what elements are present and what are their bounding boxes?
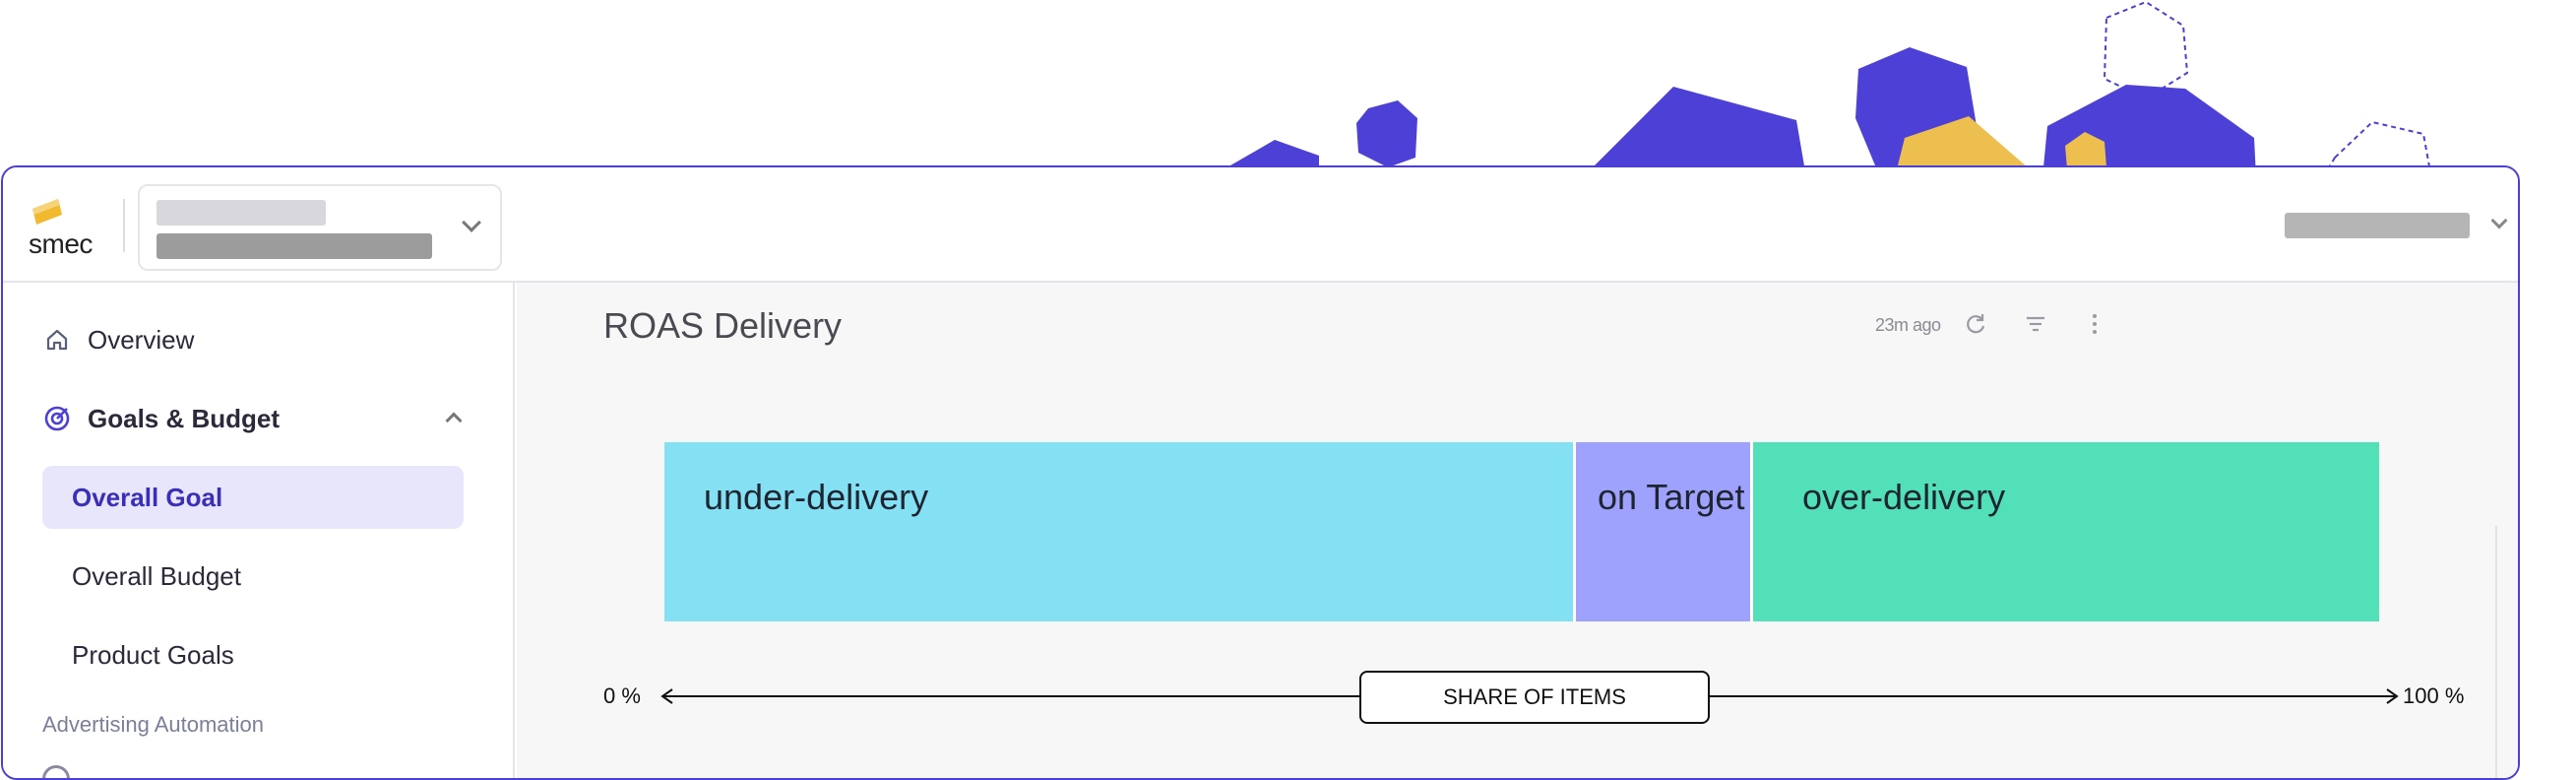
sidebar-item-goals-budget[interactable]: Goals & Budget bbox=[29, 387, 470, 450]
logo-text: smec bbox=[29, 228, 93, 259]
sidebar-subitem-product-goals[interactable]: Product Goals bbox=[42, 623, 464, 686]
widget-title: ROAS Delivery bbox=[603, 305, 843, 346]
top-bar: smec bbox=[3, 167, 2518, 283]
sidebar-item-label: Overview bbox=[88, 324, 195, 355]
segment-label: on Target bbox=[1598, 477, 1745, 517]
redacted-account-id bbox=[157, 233, 432, 259]
segment-label: under-delivery bbox=[704, 477, 929, 517]
segment-on-target[interactable]: on Target bbox=[1573, 442, 1753, 621]
axis-max-label: 100 % bbox=[2403, 683, 2465, 708]
segment-label: over-delivery bbox=[1802, 477, 2006, 517]
sidebar-subitem-overall-goal[interactable]: Overall Goal bbox=[42, 466, 464, 529]
axis-title: SHARE OF ITEMS bbox=[1359, 671, 1710, 724]
deco-shape bbox=[2103, 0, 2189, 100]
roas-delivery-bar: under-delivery on Target over-delivery bbox=[664, 442, 2379, 621]
home-icon bbox=[42, 325, 72, 355]
decorative-shapes bbox=[1211, 0, 2433, 177]
more-vertical-icon[interactable] bbox=[2080, 309, 2109, 339]
last-updated: 23m ago bbox=[1875, 315, 1941, 335]
brand-logo[interactable]: smec bbox=[29, 199, 103, 259]
user-menu[interactable] bbox=[2285, 211, 2518, 240]
logo-mark-icon bbox=[32, 199, 62, 225]
divider bbox=[123, 199, 125, 252]
sidebar-subitem-overall-budget[interactable]: Overall Budget bbox=[42, 545, 464, 608]
filter-icon[interactable] bbox=[2021, 309, 2050, 339]
sidebar-next-item-icon bbox=[42, 765, 70, 778]
chevron-down-icon bbox=[462, 213, 481, 232]
scroll-track bbox=[2495, 526, 2497, 778]
segment-under-delivery[interactable]: under-delivery bbox=[664, 442, 1573, 621]
refresh-icon[interactable] bbox=[1961, 309, 1990, 339]
redacted-account-name bbox=[157, 200, 326, 226]
share-axis: 0 % SHARE OF ITEMS 100 % bbox=[603, 667, 2474, 726]
redacted-user-name bbox=[2285, 213, 2470, 238]
segment-over-delivery[interactable]: over-delivery bbox=[1753, 442, 2379, 621]
account-selector[interactable] bbox=[138, 184, 502, 271]
app-window: smec Overview Goals & Budget Overall Goa… bbox=[1, 165, 2520, 780]
sidebar-item-label: Goals & Budget bbox=[88, 403, 281, 433]
sidebar-item-overview[interactable]: Overview bbox=[29, 308, 470, 371]
target-icon bbox=[42, 404, 72, 433]
deco-shape bbox=[1585, 87, 1806, 177]
main-content: ROAS Delivery 23m ago under-delivery on … bbox=[517, 283, 2518, 778]
axis-min-label: 0 % bbox=[603, 683, 641, 708]
sidebar: Overview Goals & Budget Overall Goal Ove… bbox=[3, 283, 515, 778]
deco-shape bbox=[1356, 100, 1417, 167]
chevron-down-icon bbox=[2490, 212, 2508, 229]
app-stage: smec Overview Goals & Budget Overall Goa… bbox=[0, 0, 2576, 780]
chevron-up-icon bbox=[445, 412, 463, 429]
sidebar-section-advertising-automation: Advertising Automation bbox=[42, 712, 265, 737]
